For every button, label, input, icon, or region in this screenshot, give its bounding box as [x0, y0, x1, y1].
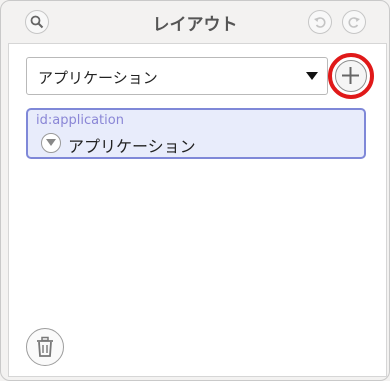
plus-icon [342, 67, 359, 84]
layout-select[interactable]: アプリケーション [26, 57, 328, 95]
layout-select-value: アプリケーション [38, 69, 158, 87]
layout-list-item[interactable]: id:application アプリケーション [26, 108, 366, 159]
add-layout-button[interactable] [335, 60, 367, 92]
redo-button[interactable] [342, 10, 366, 34]
layout-item-id: id:application [36, 113, 124, 128]
redo-icon [348, 17, 360, 28]
title-bar: レイアウト [1, 1, 389, 41]
dropdown-arrow-icon [306, 72, 318, 80]
undo-button[interactable] [308, 10, 332, 34]
layout-item-label: アプリケーション [68, 137, 196, 156]
undo-icon [314, 17, 326, 28]
delete-button[interactable] [26, 328, 64, 366]
trash-icon [37, 336, 53, 357]
chevron-down-icon [46, 139, 56, 146]
expand-toggle[interactable] [41, 133, 61, 153]
layout-panel: アプリケーション id:application アプリケーション [8, 43, 387, 377]
layout-window: レイアウト アプリケーション id:application アプリケーション [0, 0, 390, 381]
